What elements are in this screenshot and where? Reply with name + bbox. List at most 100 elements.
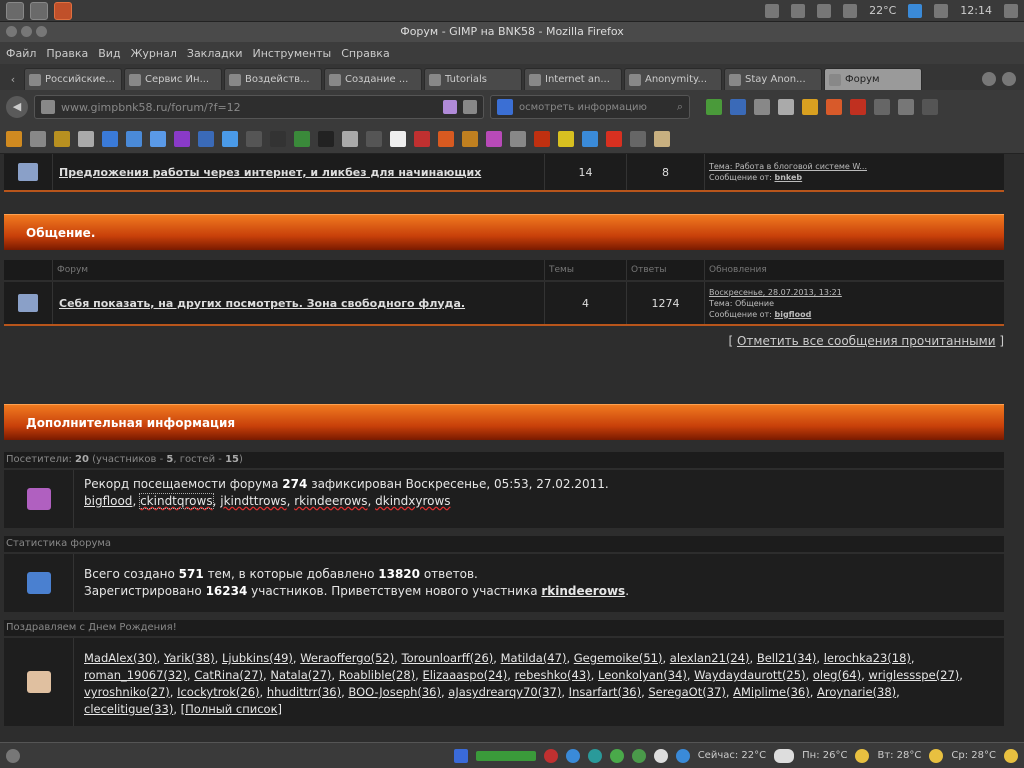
files-launcher-icon[interactable] — [30, 1, 48, 20]
online-user-link[interactable]: dkindxyrows — [375, 494, 450, 508]
minimize-window-icon[interactable] — [21, 26, 32, 37]
online-user-link[interactable]: jkindttrows — [220, 494, 286, 508]
search-icon[interactable]: ⌕ — [677, 100, 683, 114]
last-post-date[interactable]: Воскресенье, 28.07.2013, 13:21 — [709, 287, 1004, 298]
download-icon[interactable] — [706, 99, 722, 115]
bookmark-icon[interactable] — [270, 130, 286, 147]
birthday-user-link[interactable]: Insarfart(36) — [569, 685, 641, 699]
app-launcher-icon[interactable] — [6, 1, 24, 20]
birthday-user-link[interactable]: Weraoffergo(52) — [300, 651, 394, 665]
tray-app-icon[interactable] — [587, 748, 602, 763]
birthday-user-link[interactable]: Waydaydaurott(25) — [694, 668, 805, 682]
bookmark-icon[interactable] — [534, 130, 550, 147]
bookmark-icon[interactable] — [174, 130, 190, 147]
tray-app-icon[interactable] — [609, 748, 624, 763]
bookmark-icon[interactable] — [150, 130, 166, 147]
birthday-user-link[interactable]: Roablible(28) — [339, 668, 415, 682]
birthday-user-link[interactable]: Torounloarff(26) — [402, 651, 494, 665]
last-post-user[interactable]: bnkeb — [774, 173, 802, 182]
bookmark-icon[interactable] — [54, 130, 70, 147]
messenger-icon[interactable] — [908, 3, 923, 18]
bookmark-star-icon[interactable] — [443, 100, 457, 114]
addon-icon[interactable] — [898, 99, 914, 115]
bookmark-icon[interactable] — [342, 130, 358, 147]
mail-icon[interactable] — [791, 3, 806, 18]
network-activity-icon[interactable] — [475, 750, 536, 761]
bookmark-icon[interactable] — [462, 130, 478, 147]
online-user-link[interactable]: rkindeerows — [294, 494, 367, 508]
browser-tab[interactable]: Воздейств... — [224, 68, 322, 90]
bookmark-icon[interactable] — [582, 130, 598, 147]
last-post-topic[interactable]: Тема: Работа в блоговой системе W... — [709, 161, 1004, 172]
bookmark-icon[interactable] — [30, 130, 46, 147]
bookmark-icon[interactable] — [558, 130, 574, 147]
show-desktop-icon[interactable] — [6, 748, 20, 763]
birthday-user-link[interactable]: Bell21(34) — [757, 651, 817, 665]
browser-tab-active[interactable]: Форум — [824, 68, 922, 90]
bookmark-icon[interactable] — [486, 130, 502, 147]
tray-app-icon[interactable] — [675, 748, 690, 763]
bookmark-icon[interactable] — [198, 130, 214, 147]
volume-icon[interactable] — [765, 3, 780, 18]
forum-link[interactable]: Себя показать, на других посмотреть. Зон… — [52, 282, 544, 324]
browser-tab[interactable]: Stay Anon... — [724, 68, 822, 90]
birthday-user-link[interactable]: MadAlex(30) — [84, 651, 157, 665]
maximize-window-icon[interactable] — [36, 26, 47, 37]
birthday-user-link[interactable]: lerochka23(18) — [824, 651, 911, 665]
birthday-user-link[interactable]: aJasydrearqy70(37) — [448, 685, 561, 699]
bookmark-icon[interactable] — [222, 130, 238, 147]
close-window-icon[interactable] — [6, 26, 17, 37]
tools-icon[interactable] — [730, 99, 746, 115]
birthday-user-link[interactable]: roman_19067(32) — [84, 668, 187, 682]
addon-icon[interactable] — [850, 99, 866, 115]
stop-icon[interactable] — [543, 748, 558, 763]
menu-help[interactable]: Справка — [341, 47, 389, 60]
flag-icon[interactable] — [453, 748, 468, 763]
search-engine-icon[interactable] — [497, 99, 513, 115]
search-bar[interactable]: осмотреть информацию ⌕ — [490, 95, 690, 119]
birthday-user-link[interactable]: Matilda(47) — [501, 651, 567, 665]
birthday-user-link[interactable]: hhudittrr(36) — [267, 685, 341, 699]
online-user-link[interactable]: bigflood — [84, 494, 132, 508]
addon-icon[interactable] — [874, 99, 890, 115]
birthday-user-link[interactable]: AMiplime(36) — [733, 685, 810, 699]
bookmark-icon[interactable] — [366, 130, 382, 147]
user-icon[interactable] — [934, 3, 949, 18]
birthday-user-link[interactable]: Icockytrok(26) — [177, 685, 259, 699]
birthday-user-link[interactable]: Yarik(38) — [164, 651, 215, 665]
birthday-user-link[interactable]: SeregaOt(37) — [648, 685, 725, 699]
birthday-user-link[interactable]: Leonkolyan(34) — [598, 668, 687, 682]
birthday-user-link[interactable]: alexlan21(24) — [670, 651, 750, 665]
weather-icon[interactable] — [843, 3, 858, 18]
addon-icon[interactable] — [754, 99, 770, 115]
tab-scroll-left-icon[interactable]: ‹ — [4, 70, 22, 90]
tray-app-icon[interactable] — [653, 748, 668, 763]
birthday-user-link[interactable]: BOO-Joseph(36) — [348, 685, 441, 699]
tray-app-icon[interactable] — [565, 748, 580, 763]
bookmark-icon[interactable] — [102, 130, 118, 147]
site-identity-icon[interactable] — [41, 100, 55, 114]
browser-tab[interactable]: Internet an... — [524, 68, 622, 90]
new-tab-icon[interactable] — [982, 72, 996, 86]
tab-list-icon[interactable] — [1002, 72, 1016, 86]
online-user-link[interactable]: ckindtqrows — [139, 493, 214, 509]
address-bar[interactable]: www.gimpbnk58.ru/forum/?f=12 — [34, 95, 484, 119]
bookmark-icon[interactable] — [390, 130, 406, 147]
last-post-topic[interactable]: Тема: Общение — [709, 298, 1004, 309]
birthday-user-link[interactable]: rebeshko(43) — [515, 668, 591, 682]
menu-icon[interactable] — [922, 99, 938, 115]
window-titlebar[interactable]: Форум - GIMP на BNK58 - Mozilla Firefox — [0, 22, 1024, 42]
bookmark-icon[interactable] — [654, 130, 670, 147]
bookmark-icon[interactable] — [630, 130, 646, 147]
menu-bookmarks[interactable]: Закладки — [187, 47, 243, 60]
bookmark-icon[interactable] — [438, 130, 454, 147]
browser-tab[interactable]: Tutorials — [424, 68, 522, 90]
menu-tools[interactable]: Инструменты — [253, 47, 332, 60]
clock[interactable]: 12:14 — [960, 4, 992, 17]
browser-tab[interactable]: Российские... — [24, 68, 122, 90]
birthday-user-link[interactable]: vyroshniko(27) — [84, 685, 170, 699]
birthday-user-link[interactable]: wriglessspe(27) — [868, 668, 959, 682]
network-icon[interactable] — [817, 3, 832, 18]
addon-icon[interactable] — [826, 99, 842, 115]
reload-icon[interactable] — [463, 100, 477, 114]
